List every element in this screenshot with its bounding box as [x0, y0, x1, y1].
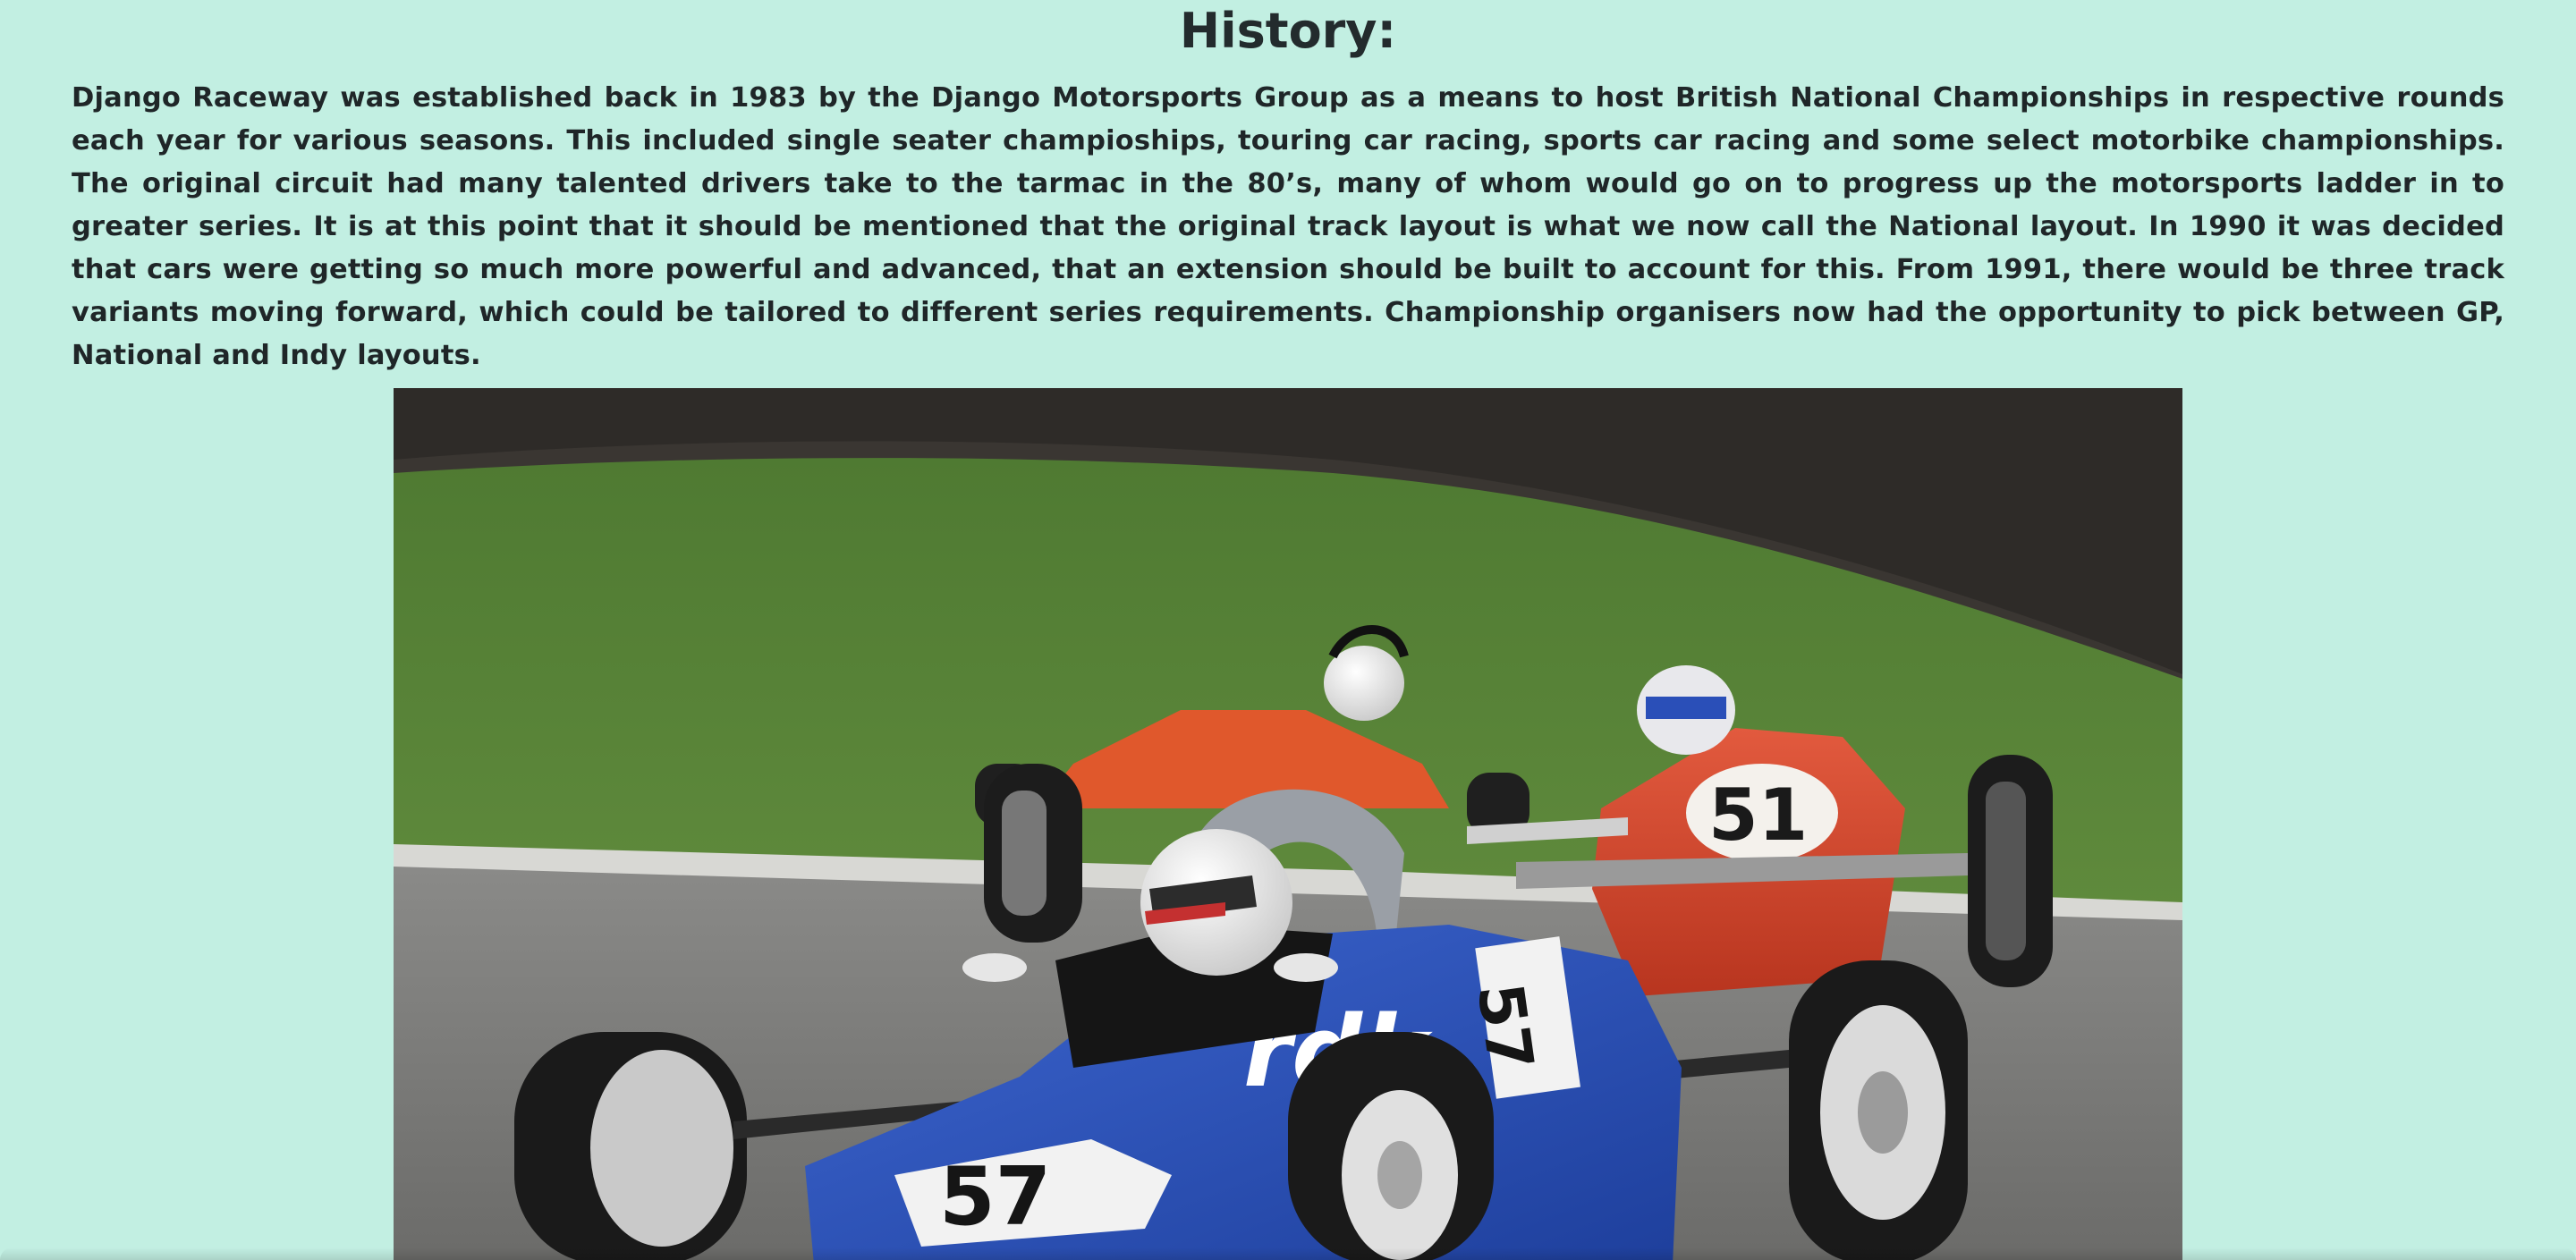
history-page: History: Django Raceway was established …	[0, 0, 2576, 1260]
bottom-shadow	[0, 1247, 2576, 1260]
car-number-51: 51	[1708, 774, 1808, 857]
svg-text:57: 57	[1462, 979, 1547, 1076]
history-paragraph: Django Raceway was established back in 1…	[72, 82, 2504, 371]
race-photo: 51 57 57	[394, 388, 2182, 1260]
page-title: History:	[1179, 3, 1397, 59]
car-number-57: 57	[939, 1150, 1051, 1244]
